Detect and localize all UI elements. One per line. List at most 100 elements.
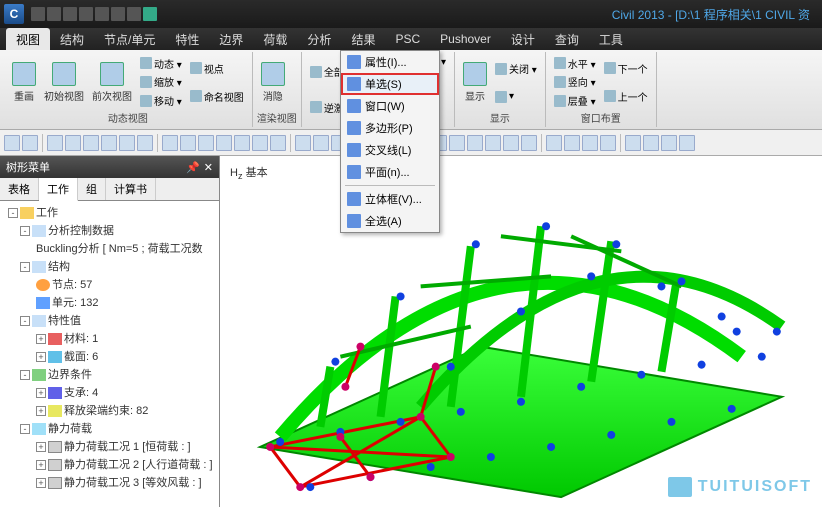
expand-icon[interactable]: + [36, 442, 46, 452]
tree-node[interactable]: 节点: 57 [4, 275, 215, 293]
qat-icon[interactable] [111, 7, 125, 21]
ribbon-层叠[interactable]: 层叠 ▾ [552, 92, 598, 109]
expand-icon[interactable]: + [36, 478, 46, 488]
ribbon-前次视图[interactable]: 前次视图 [88, 54, 136, 110]
tree-node[interactable]: -静力荷载 [4, 419, 215, 437]
tree-node[interactable]: +材料: 1 [4, 329, 215, 347]
qat-icon[interactable] [31, 7, 45, 21]
ribbon-显示[interactable]: 显示 [459, 54, 491, 110]
expand-icon[interactable]: - [20, 424, 30, 434]
tool-btn[interactable] [600, 135, 616, 151]
menu-荷载[interactable]: 荷载 [253, 28, 297, 51]
tree-node[interactable]: Buckling分析 [ Nm=5 ; 荷载工况数 [4, 239, 215, 257]
ribbon-命名视图[interactable]: 命名视图 [188, 88, 246, 105]
ribbon-缩放[interactable]: 缩放 ▾ [138, 73, 184, 90]
menu-item-多边形(P)[interactable]: 多边形(P) [341, 117, 439, 139]
tool-btn[interactable] [234, 135, 250, 151]
tree-node[interactable]: +静力荷载工况 1 [恒荷载 : ] [4, 437, 215, 455]
tool-btn[interactable] [661, 135, 677, 151]
menu-item-单选(S)[interactable]: 单选(S) [341, 73, 439, 95]
tool-btn[interactable] [625, 135, 641, 151]
menu-结果[interactable]: 结果 [341, 28, 385, 51]
panel-tab-工作[interactable]: 工作 [39, 178, 78, 201]
tool-btn[interactable] [83, 135, 99, 151]
tool-btn[interactable] [582, 135, 598, 151]
panel-tab-表格[interactable]: 表格 [0, 178, 39, 200]
menu-PSC[interactable]: PSC [385, 29, 430, 49]
tool-btn[interactable] [643, 135, 659, 151]
expand-icon[interactable]: - [20, 316, 30, 326]
tool-btn[interactable] [101, 135, 117, 151]
tree-node[interactable]: -工作 [4, 203, 215, 221]
ribbon-动态[interactable]: 动态 ▾ [138, 55, 184, 72]
tool-btn[interactable] [216, 135, 232, 151]
expand-icon[interactable]: - [20, 370, 30, 380]
ribbon-[interactable]: ▾ [493, 90, 539, 104]
ribbon-移动[interactable]: 移动 ▾ [138, 92, 184, 109]
tree-node[interactable]: -边界条件 [4, 365, 215, 383]
tree-node[interactable]: -结构 [4, 257, 215, 275]
expand-icon[interactable]: - [20, 226, 30, 236]
tool-btn[interactable] [313, 135, 329, 151]
qat-icon[interactable] [79, 7, 93, 21]
expand-icon[interactable]: - [20, 262, 30, 272]
tree[interactable]: -工作-分析控制数据Buckling分析 [ Nm=5 ; 荷载工况数-结构节点… [0, 201, 219, 507]
tree-node[interactable]: -特性值 [4, 311, 215, 329]
expand-icon[interactable]: - [8, 208, 18, 218]
qat-icon[interactable] [63, 7, 77, 21]
qat-icon[interactable] [95, 7, 109, 21]
qat-icon[interactable] [143, 7, 157, 21]
tool-btn[interactable] [198, 135, 214, 151]
tree-node[interactable]: +静力荷载工况 3 [等效风载 : ] [4, 473, 215, 491]
menu-item-平面(n)...[interactable]: 平面(n)... [341, 161, 439, 183]
menu-item-全选(A)[interactable]: 全选(A) [341, 210, 439, 232]
ribbon-初始视图[interactable]: 初始视图 [40, 54, 88, 110]
menu-item-立体框(V)...[interactable]: 立体框(V)... [341, 188, 439, 210]
qat-icon[interactable] [127, 7, 141, 21]
tree-node[interactable]: +释放梁端约束: 82 [4, 401, 215, 419]
tree-node[interactable]: +静力荷载工况 2 [人行道荷载 : ] [4, 455, 215, 473]
ribbon-上一个[interactable]: 上一个 [602, 88, 650, 105]
tool-btn[interactable] [485, 135, 501, 151]
menu-设计[interactable]: 设计 [501, 28, 545, 51]
tool-btn[interactable] [162, 135, 178, 151]
tool-btn[interactable] [270, 135, 286, 151]
tool-btn[interactable] [137, 135, 153, 151]
menu-分析[interactable]: 分析 [297, 28, 341, 51]
panel-tab-计算书[interactable]: 计算书 [106, 178, 156, 200]
menu-item-窗口(W)[interactable]: 窗口(W) [341, 95, 439, 117]
tool-btn[interactable] [252, 135, 268, 151]
tool-btn[interactable] [564, 135, 580, 151]
menu-特性[interactable]: 特性 [165, 28, 209, 51]
menu-Pushover[interactable]: Pushover [430, 29, 501, 49]
tool-btn[interactable] [22, 135, 38, 151]
menu-查询[interactable]: 查询 [545, 28, 589, 51]
tree-node[interactable]: -分析控制数据 [4, 221, 215, 239]
pin-icon[interactable]: 📌 [186, 161, 200, 174]
tool-btn[interactable] [65, 135, 81, 151]
tool-btn[interactable] [521, 135, 537, 151]
menu-工具[interactable]: 工具 [589, 28, 633, 51]
ribbon-竖向[interactable]: 竖向 ▾ [552, 73, 598, 90]
ribbon-消隐[interactable]: 消隐 [257, 54, 289, 110]
tree-node[interactable]: +截面: 6 [4, 347, 215, 365]
tool-btn[interactable] [180, 135, 196, 151]
menu-边界[interactable]: 边界 [209, 28, 253, 51]
expand-icon[interactable]: + [36, 352, 46, 362]
tool-btn[interactable] [546, 135, 562, 151]
tool-btn[interactable] [679, 135, 695, 151]
tool-btn[interactable] [119, 135, 135, 151]
expand-icon[interactable]: + [36, 388, 46, 398]
tool-btn[interactable] [47, 135, 63, 151]
tool-btn[interactable] [295, 135, 311, 151]
expand-icon[interactable]: + [36, 460, 46, 470]
menu-节点/单元[interactable]: 节点/单元 [94, 28, 165, 51]
ribbon-下一个[interactable]: 下一个 [602, 60, 650, 77]
tool-btn[interactable] [503, 135, 519, 151]
panel-tab-组[interactable]: 组 [78, 178, 106, 200]
tree-node[interactable]: +支承: 4 [4, 383, 215, 401]
ribbon-水平[interactable]: 水平 ▾ [552, 55, 598, 72]
tool-btn[interactable] [449, 135, 465, 151]
tree-node[interactable]: 单元: 132 [4, 293, 215, 311]
menu-视图[interactable]: 视图 [6, 28, 50, 51]
